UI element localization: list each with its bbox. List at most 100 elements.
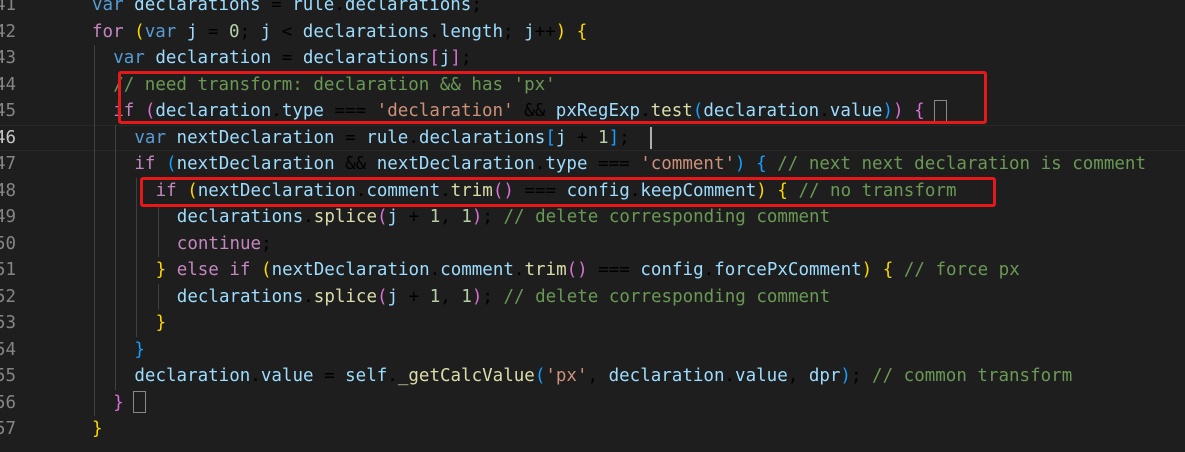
code-token: j [186,21,198,42]
code-line[interactable]: 57} [0,416,1185,443]
code-line[interactable]: 51} else if (nextDeclaration.comment.tri… [0,257,1185,284]
code-text[interactable]: } [113,390,124,417]
code-text[interactable]: } [156,310,167,337]
code-token: + [398,207,430,227]
code-token: , [440,286,462,307]
code-text[interactable]: var declaration = declarations[j]; [113,45,471,72]
code-token: . [429,260,441,280]
code-token: ) [471,286,483,307]
code-token: . [387,366,398,386]
line-number: 50 [0,233,17,254]
code-token: declaration [608,366,725,386]
code-text[interactable]: } [134,337,145,364]
code-token: splice [313,286,377,307]
code-token: declarations [302,48,430,68]
code-token: declaration [155,48,272,68]
code-token: () [566,260,588,280]
code-token: 1 [461,207,472,227]
code-token: rule [292,0,335,15]
code-token: . [334,0,345,15]
code-token: , [440,207,462,227]
code-token: = [260,0,293,15]
code-text[interactable]: declarations.splice(j + 1, 1); // delete… [177,284,830,311]
code-token: // delete corresponding comment [503,207,831,227]
code-token: } [92,419,103,439]
code-text[interactable]: } else if (nextDeclaration.comment.trim(… [156,257,1020,284]
code-token: splice [313,207,377,227]
code-line[interactable]: 54} [0,337,1185,364]
code-token: = [197,21,230,42]
code-line[interactable]: 41 var declarations = rule.declarations; [0,0,1185,19]
code-text[interactable]: for (var j = 0; j < declarations.length;… [92,19,587,46]
code-token: 'px' [545,366,588,386]
code-line[interactable]: 50 continue; [0,231,1185,258]
code-token: ( [377,207,388,227]
code-token: ( [534,366,546,386]
code-line[interactable]: 46 var nextDeclaration = rule.declaration… [0,125,1185,152]
code-line[interactable]: 56} [0,390,1185,417]
code-token: trim [524,260,567,280]
code-token: if [229,260,251,280]
code-token: ] [608,127,620,148]
code-token: length [439,21,503,42]
code-text[interactable]: continue; [177,231,272,258]
code-token: 1 [429,286,441,307]
code-token: dpr [808,366,841,386]
code-token: ; [471,0,482,15]
code-text[interactable]: } [92,416,103,443]
matching-bracket-marker [133,391,146,413]
code-token: ; [460,48,472,68]
code-text[interactable]: declaration.value = self._getCalcValue('… [134,363,1072,390]
code-token: [ [429,48,440,68]
line-number: 51 [0,260,17,280]
code-token: . [303,286,314,307]
code-token: nextDeclaration [176,127,335,148]
code-line[interactable]: 47 if (nextDeclaration && nextDeclaration… [0,151,1185,178]
code-token: var [144,21,177,42]
code-token: declaration [134,366,251,386]
code-token: . [250,366,261,386]
code-token: j [260,21,272,42]
code-token: j [524,21,535,42]
code-token: 1 [461,286,472,307]
line-number: 47 [0,154,17,174]
code-token: ) [840,366,851,386]
line-number: 53 [0,313,17,333]
code-text[interactable]: var declarations = rule.declarations; [92,0,482,19]
code-text[interactable]: var nextDeclaration = rule.declarations[… [134,125,629,152]
code-token: 'comment' [640,154,736,174]
code-text[interactable]: if (nextDeclaration && nextDeclaration.t… [134,151,1146,178]
line-number: 41 [0,0,17,15]
line-number: 44 [0,74,17,95]
code-line[interactable]: 52 declarations.splice(j + 1, 1); // dele… [0,284,1185,311]
code-token: else [176,260,219,280]
line-number: 52 [0,286,17,307]
code-token: ++ [534,21,556,42]
code-token: ; [503,21,525,42]
text-cursor [650,127,652,149]
code-line[interactable]: 53} [0,310,1185,337]
code-token: . [303,207,314,227]
code-token: + [566,127,599,148]
code-token: } [134,339,145,360]
code-line[interactable]: 55 declaration.value = self._getCalcValue… [0,363,1185,390]
code-text[interactable]: declarations.splice(j + 1, 1); // delete… [177,204,830,231]
code-token: === [587,260,641,280]
code-line[interactable]: 42 for (var j = 0; j < declarations.lengt… [0,19,1185,46]
code-token: . [513,260,525,280]
code-token: type [545,154,588,174]
line-number: 55 [0,366,17,386]
code-token: { [756,154,767,174]
code-token: declarations [176,207,304,227]
code-editor[interactable]: 41 var declarations = rule.declarations; 4… [0,0,1185,452]
code-token: ( [261,260,272,280]
code-token: declarations [418,127,546,148]
code-line[interactable]: 43 var declaration = declarations[j]; [0,45,1185,72]
code-line[interactable]: 49 declarations.splice(j + 1, 1); // dele… [0,204,1185,231]
code-token: 1 [598,127,609,148]
